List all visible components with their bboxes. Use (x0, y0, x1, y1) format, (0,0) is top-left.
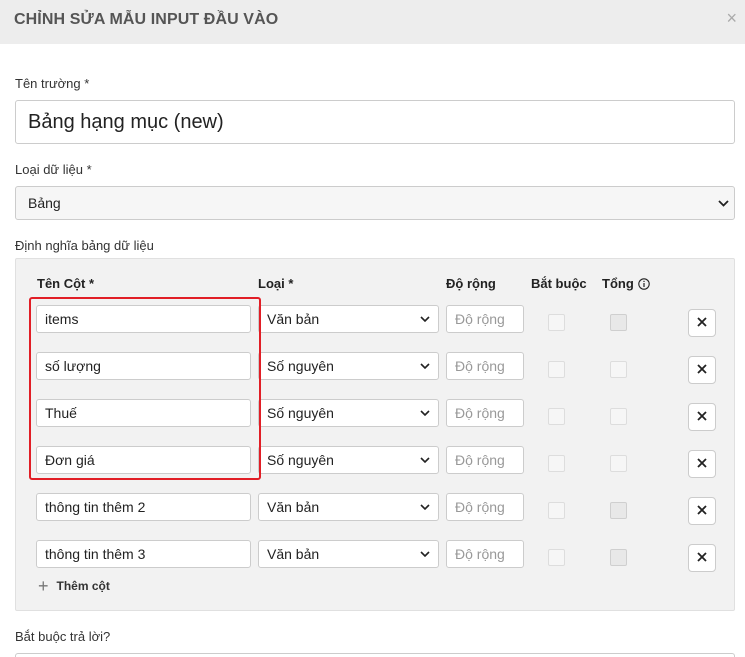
field-name-input[interactable]: Bảng hạng mục (new) (15, 100, 735, 144)
column-type-select[interactable]: Văn bản (258, 493, 439, 521)
table-row: Thuế Số nguyên Độ rộng (16, 399, 734, 431)
required-answer-select[interactable] (15, 653, 735, 657)
column-type-header: Loại * (258, 276, 294, 291)
column-name-input[interactable]: thông tin thêm 2 (36, 493, 251, 521)
column-type-value: Số nguyên (267, 358, 334, 374)
column-name-input[interactable]: thông tin thêm 3 (36, 540, 251, 568)
required-checkbox[interactable] (548, 455, 565, 472)
column-type-value: Số nguyên (267, 405, 334, 421)
info-icon[interactable] (638, 278, 650, 290)
column-name-input[interactable]: items (36, 305, 251, 333)
chevron-down-icon (716, 187, 730, 219)
required-answer-label: Bắt buộc trả lời? (15, 629, 111, 644)
required-checkbox[interactable] (548, 314, 565, 331)
data-type-select[interactable]: Bảng (15, 186, 735, 220)
column-width-header: Độ rộng (446, 276, 496, 291)
delete-column-button[interactable] (688, 497, 716, 525)
column-width-input[interactable]: Độ rộng (446, 352, 524, 380)
column-name-header: Tên Cột * (37, 276, 95, 291)
chevron-down-icon (420, 353, 430, 379)
column-width-input[interactable]: Độ rộng (446, 399, 524, 427)
column-width-input[interactable]: Độ rộng (446, 305, 524, 333)
table-row: số lượng Số nguyên Độ rộng (16, 352, 734, 384)
data-type-label: Loại dữ liệu * (15, 162, 92, 177)
sum-checkbox (610, 549, 627, 566)
sum-checkbox[interactable] (610, 408, 627, 425)
plus-icon: + (38, 576, 49, 596)
column-name-input[interactable]: Đơn giá (36, 446, 251, 474)
delete-column-button[interactable] (688, 403, 716, 431)
column-name-input[interactable]: Thuế (36, 399, 251, 427)
close-icon (697, 361, 707, 379)
modal-title: CHỈNH SỬA MẪU INPUT ĐẦU VÀO (14, 11, 279, 28)
close-icon (697, 549, 707, 567)
close-icon (697, 502, 707, 520)
chevron-down-icon (420, 447, 430, 473)
column-required-header: Bắt buộc (531, 276, 587, 291)
chevron-down-icon (420, 306, 430, 332)
close-icon (697, 455, 707, 473)
required-checkbox[interactable] (548, 502, 565, 519)
column-type-value: Văn bản (267, 499, 320, 515)
modal-header: CHỈNH SỬA MẪU INPUT ĐẦU VÀO × (0, 0, 745, 44)
required-checkbox[interactable] (548, 549, 565, 566)
chevron-down-icon (420, 494, 430, 520)
column-type-value: Số nguyên (267, 452, 334, 468)
close-icon[interactable]: × (726, 9, 737, 27)
close-icon (697, 408, 707, 426)
delete-column-button[interactable] (688, 356, 716, 384)
field-name-label: Tên trường * (15, 76, 90, 91)
required-checkbox[interactable] (548, 361, 565, 378)
column-type-select[interactable]: Số nguyên (258, 399, 439, 427)
column-width-input[interactable]: Độ rộng (446, 540, 524, 568)
delete-column-button[interactable] (688, 309, 716, 337)
add-column-label: Thêm cột (56, 579, 110, 593)
column-type-select[interactable]: Số nguyên (258, 352, 439, 380)
table-row: thông tin thêm 3 Văn bản Độ rộng (16, 540, 734, 572)
column-type-value: Văn bản (267, 311, 320, 327)
column-width-input[interactable]: Độ rộng (446, 493, 524, 521)
column-type-select[interactable]: Văn bản (258, 305, 439, 333)
delete-column-button[interactable] (688, 544, 716, 572)
column-sum-header: Tổng (602, 276, 650, 291)
column-sum-header-label: Tổng (602, 276, 634, 291)
column-type-select[interactable]: Văn bản (258, 540, 439, 568)
chevron-down-icon (420, 400, 430, 426)
sum-checkbox[interactable] (610, 361, 627, 378)
table-row: items Văn bản Độ rộng (16, 305, 734, 337)
table-definition-panel: Tên Cột * Loại * Độ rộng Bắt buộc Tổng i… (15, 258, 735, 611)
sum-checkbox (610, 314, 627, 331)
chevron-down-icon (420, 541, 430, 567)
table-row: thông tin thêm 2 Văn bản Độ rộng (16, 493, 734, 525)
sum-checkbox (610, 502, 627, 519)
column-width-input[interactable]: Độ rộng (446, 446, 524, 474)
column-type-select[interactable]: Số nguyên (258, 446, 439, 474)
required-checkbox[interactable] (548, 408, 565, 425)
column-type-value: Văn bản (267, 546, 320, 562)
column-name-input[interactable]: số lượng (36, 352, 251, 380)
table-definition-label: Định nghĩa bảng dữ liệu (15, 238, 154, 253)
delete-column-button[interactable] (688, 450, 716, 478)
data-type-value: Bảng (28, 195, 61, 211)
sum-checkbox[interactable] (610, 455, 627, 472)
add-column-button[interactable]: + Thêm cột (38, 576, 110, 596)
close-icon (697, 314, 707, 332)
table-row: Đơn giá Số nguyên Độ rộng (16, 446, 734, 478)
